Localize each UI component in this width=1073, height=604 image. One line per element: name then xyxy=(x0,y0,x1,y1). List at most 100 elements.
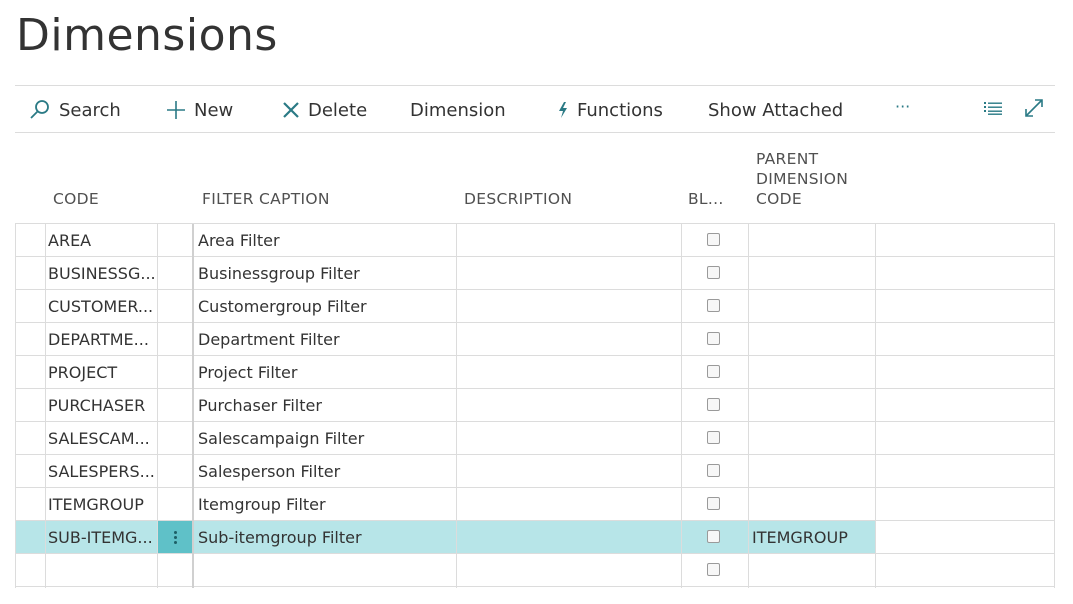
action-bar: Search New Delete Dimension Functions Sh… xyxy=(15,85,1055,133)
caption-cell[interactable]: Salescampaign Filter xyxy=(198,422,453,454)
description-cell[interactable] xyxy=(460,257,680,289)
column-header-parent-dimension-code[interactable]: PARENT DIMENSION CODE xyxy=(756,149,848,209)
description-cell[interactable] xyxy=(460,455,680,487)
more-options-button[interactable]: ··· xyxy=(895,82,910,130)
blocked-checkbox[interactable] xyxy=(707,464,720,477)
delete-label: Delete xyxy=(308,99,368,121)
code-cell[interactable]: PROJECT xyxy=(48,356,158,388)
caption-cell[interactable]: Sub-itemgroup Filter xyxy=(198,521,453,553)
code-cell[interactable]: DEPARTME... xyxy=(48,323,158,355)
description-cell[interactable] xyxy=(460,554,680,586)
column-header-blocked[interactable]: BL... xyxy=(688,189,724,209)
table-row[interactable]: SALESCAM... Salescampaign Filter xyxy=(15,422,1055,455)
code-cell[interactable]: AREA xyxy=(48,224,158,256)
blocked-checkbox[interactable] xyxy=(707,398,720,411)
description-cell[interactable] xyxy=(460,224,680,256)
caption-cell[interactable]: Customergroup Filter xyxy=(198,290,453,322)
table-row[interactable]: CUSTOMER... Customergroup Filter xyxy=(15,290,1055,323)
dimensions-grid: AREA Area Filter BUSINESSG... Businessgr… xyxy=(15,223,1055,588)
parent-code-cell[interactable] xyxy=(752,422,872,454)
code-cell[interactable]: SUB-ITEMG... xyxy=(48,521,158,553)
description-cell[interactable] xyxy=(460,389,680,421)
blocked-checkbox[interactable] xyxy=(707,365,720,378)
delete-button[interactable]: Delete xyxy=(282,86,367,134)
code-cell[interactable]: CUSTOMER... xyxy=(48,290,158,322)
table-row[interactable]: SALESPERS... Salesperson Filter xyxy=(15,455,1055,488)
table-row[interactable]: DEPARTME... Department Filter xyxy=(15,323,1055,356)
caption-cell[interactable]: Project Filter xyxy=(198,356,453,388)
new-button[interactable]: New xyxy=(166,86,233,134)
description-cell[interactable] xyxy=(460,488,680,520)
functions-button[interactable]: Functions xyxy=(557,86,663,134)
expand-button[interactable] xyxy=(1023,86,1045,134)
list-icon xyxy=(983,100,1003,120)
grid-line xyxy=(875,224,876,588)
caption-cell[interactable]: Salesperson Filter xyxy=(198,455,453,487)
caption-cell[interactable]: Area Filter xyxy=(198,224,453,256)
vertical-dots-icon xyxy=(173,529,177,546)
new-label: New xyxy=(194,99,234,121)
blocked-checkbox[interactable] xyxy=(707,299,720,312)
close-icon xyxy=(282,101,300,119)
description-cell[interactable] xyxy=(460,521,680,553)
caption-cell[interactable]: Department Filter xyxy=(198,323,453,355)
show-attached-button[interactable]: Show Attached xyxy=(708,86,843,134)
grid-line xyxy=(456,224,457,588)
plus-icon xyxy=(166,100,186,120)
description-cell[interactable] xyxy=(460,290,680,322)
caption-cell[interactable]: Purchaser Filter xyxy=(198,389,453,421)
parent-code-cell[interactable]: ITEMGROUP xyxy=(752,521,872,553)
parent-header-line1: PARENT xyxy=(756,150,819,168)
parent-code-cell[interactable] xyxy=(752,290,872,322)
table-row[interactable]: PURCHASER Purchaser Filter xyxy=(15,389,1055,422)
code-cell[interactable]: SALESCAM... xyxy=(48,422,158,454)
grid-line xyxy=(748,224,749,588)
parent-code-cell[interactable] xyxy=(752,224,872,256)
grid-line xyxy=(45,224,46,588)
parent-code-cell[interactable] xyxy=(752,323,872,355)
dimension-button[interactable]: Dimension xyxy=(410,86,506,134)
table-row-selected[interactable]: SUB-ITEMG... Sub-itemgroup Filter ITEMGR… xyxy=(15,521,1055,554)
table-row[interactable]: ITEMGROUP Itemgroup Filter xyxy=(15,488,1055,521)
grid-line xyxy=(15,224,16,588)
blocked-checkbox[interactable] xyxy=(707,332,720,345)
blocked-checkbox[interactable] xyxy=(707,266,720,279)
list-view-button[interactable] xyxy=(983,86,1003,134)
parent-code-cell[interactable] xyxy=(752,455,872,487)
blocked-checkbox[interactable] xyxy=(707,233,720,246)
table-row[interactable]: AREA Area Filter xyxy=(15,224,1055,257)
code-cell[interactable]: PURCHASER xyxy=(48,389,158,421)
description-cell[interactable] xyxy=(460,422,680,454)
parent-code-cell[interactable] xyxy=(752,389,872,421)
table-row[interactable]: PROJECT Project Filter xyxy=(15,356,1055,389)
caption-cell[interactable] xyxy=(198,554,453,586)
code-cell[interactable]: ITEMGROUP xyxy=(48,488,158,520)
code-cell[interactable]: SALESPERS... xyxy=(48,455,158,487)
show-attached-label: Show Attached xyxy=(708,99,844,121)
table-row[interactable]: BUSINESSG... Businessgroup Filter xyxy=(15,257,1055,290)
code-cell[interactable]: BUSINESSG... xyxy=(48,257,158,289)
code-cell[interactable] xyxy=(48,554,158,586)
column-header-code[interactable]: CODE xyxy=(53,189,99,209)
caption-cell[interactable]: Businessgroup Filter xyxy=(198,257,453,289)
functions-label: Functions xyxy=(577,99,663,121)
table-row-empty[interactable] xyxy=(15,554,1055,587)
blocked-checkbox[interactable] xyxy=(707,497,720,510)
column-header-filter-caption[interactable]: FILTER CAPTION xyxy=(202,189,330,209)
parent-code-cell[interactable] xyxy=(752,488,872,520)
search-button[interactable]: Search xyxy=(29,86,121,134)
parent-code-cell[interactable] xyxy=(752,554,872,586)
description-cell[interactable] xyxy=(460,323,680,355)
description-cell[interactable] xyxy=(460,356,680,388)
grid-line xyxy=(157,224,158,588)
blocked-checkbox[interactable] xyxy=(707,563,720,576)
blocked-checkbox[interactable] xyxy=(707,530,720,543)
more-icon: ··· xyxy=(895,96,911,116)
parent-code-cell[interactable] xyxy=(752,356,872,388)
caption-cell[interactable]: Itemgroup Filter xyxy=(198,488,453,520)
blocked-checkbox[interactable] xyxy=(707,431,720,444)
row-actions-button[interactable] xyxy=(158,521,192,553)
column-header-description[interactable]: DESCRIPTION xyxy=(464,189,572,209)
search-label: Search xyxy=(59,99,121,121)
parent-code-cell[interactable] xyxy=(752,257,872,289)
